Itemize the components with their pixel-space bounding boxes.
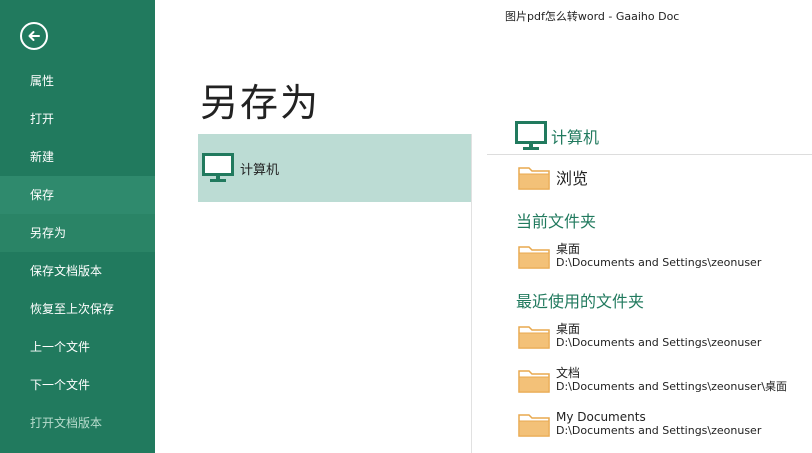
folder-name: 文档 [556, 366, 581, 380]
folder-path: D:\Documents and Settings\zeonuser [556, 256, 762, 269]
sidebar-item-save-as[interactable]: 另存为 [0, 214, 155, 252]
current-folder-title: 当前文件夹 [516, 212, 597, 231]
folder-name: 桌面 [556, 322, 581, 336]
folder-path: D:\Documents and Settings\zeonuser\桌面 [556, 380, 788, 393]
folder-path: D:\Documents and Settings\zeonuser [556, 336, 762, 349]
folder-icon [518, 370, 550, 393]
sidebar-item-next-file[interactable]: 下一个文件 [0, 366, 155, 404]
recent-folder-item[interactable]: 桌面 D:\Documents and Settings\zeonuser [518, 322, 761, 350]
sidebar-item-revert[interactable]: 恢复至上次保存 [0, 290, 155, 328]
folder-name: 桌面 [556, 242, 581, 256]
computer-monitor-icon [515, 121, 547, 150]
right-panel-title: 计算机 [551, 128, 600, 147]
back-button[interactable] [20, 22, 48, 50]
sidebar-item-properties[interactable]: 属性 [0, 62, 155, 100]
folder-name: My Documents [556, 410, 646, 424]
current-folder-item[interactable]: 桌面 D:\Documents and Settings\zeonuser [518, 242, 761, 270]
folder-icon [518, 326, 550, 349]
place-computer[interactable]: 计算机 [198, 134, 472, 202]
backstage-sidebar: 属性 打开 新建 保存 另存为 保存文档版本 恢复至上次保存 上一个文件 下一个… [0, 0, 155, 453]
header-divider [487, 154, 812, 155]
folder-icon [518, 246, 550, 269]
back-arrow-icon [28, 31, 40, 41]
place-computer-label: 计算机 [240, 162, 280, 178]
sidebar-item-save[interactable]: 保存 [0, 176, 155, 214]
folder-icon [518, 167, 550, 190]
column-divider [471, 134, 472, 453]
sidebar-item-save-version[interactable]: 保存文档版本 [0, 252, 155, 290]
browse-label: 浏览 [556, 169, 589, 188]
computer-monitor-icon [202, 153, 234, 182]
recent-folder-item[interactable]: 文档 D:\Documents and Settings\zeonuser\桌面 [518, 366, 787, 394]
sidebar-item-previous-file[interactable]: 上一个文件 [0, 328, 155, 366]
window-title: 图片pdf怎么转word - Gaaiho Doc [505, 10, 680, 23]
recent-folders-title: 最近使用的文件夹 [516, 292, 645, 311]
page-title: 另存为 [200, 81, 321, 125]
recent-folder-item[interactable]: My Documents D:\Documents and Settings\z… [518, 410, 761, 438]
sidebar-item-new[interactable]: 新建 [0, 138, 155, 176]
folder-icon [518, 414, 550, 437]
sidebar-nav: 属性 打开 新建 保存 另存为 保存文档版本 恢复至上次保存 上一个文件 下一个… [0, 62, 155, 442]
browse-button[interactable]: 浏览 [518, 164, 588, 190]
sidebar-item-open[interactable]: 打开 [0, 100, 155, 138]
folder-path: D:\Documents and Settings\zeonuser [556, 424, 762, 437]
sidebar-item-open-version[interactable]: 打开文档版本 [0, 404, 155, 442]
right-panel-header: 计算机 [515, 121, 599, 151]
